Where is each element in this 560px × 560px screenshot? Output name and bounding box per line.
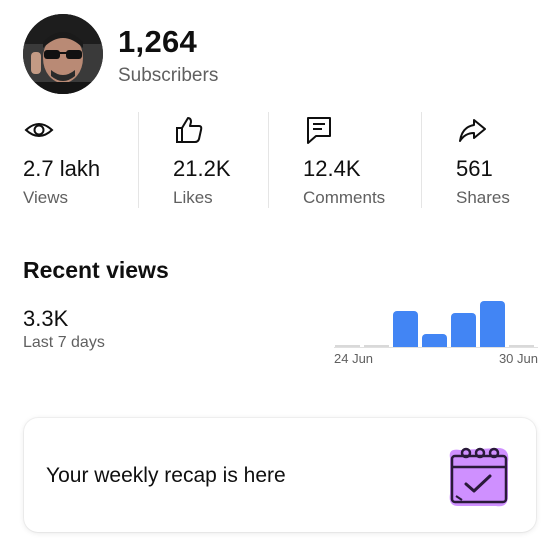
chart-bar bbox=[480, 301, 505, 347]
comments-value: 12.4K bbox=[303, 156, 361, 181]
shares-label: Shares bbox=[456, 188, 510, 207]
avatar-image bbox=[23, 14, 103, 94]
calendar-check-icon bbox=[449, 447, 509, 507]
eye-icon bbox=[24, 123, 54, 137]
chart-bar bbox=[509, 345, 534, 347]
likes-value: 21.2K bbox=[173, 156, 231, 181]
recent-views-value: 3.3K bbox=[23, 306, 69, 331]
thumbs-up-icon bbox=[176, 117, 203, 143]
stat-divider bbox=[138, 112, 139, 208]
share-icon bbox=[459, 119, 486, 142]
subscriber-count: 1,264 bbox=[118, 24, 198, 59]
channel-avatar[interactable] bbox=[23, 14, 103, 94]
views-label: Views bbox=[23, 188, 69, 207]
stat-divider bbox=[268, 112, 269, 208]
weekly-recap-text: Your weekly recap is here bbox=[46, 464, 286, 487]
views-value: 2.7 lakh bbox=[23, 156, 101, 181]
chart-bar bbox=[364, 345, 389, 347]
chart-bar bbox=[335, 345, 360, 347]
shares-value: 561 bbox=[456, 156, 493, 181]
likes-label: Likes bbox=[173, 188, 213, 207]
chart-tick-end: 30 Jun bbox=[498, 351, 538, 366]
chart-bar bbox=[451, 313, 476, 347]
stats-row: 2.7 lakh Views 21.2K Likes 12.4K Comment… bbox=[0, 110, 560, 210]
chart-bar bbox=[393, 311, 418, 347]
comment-icon bbox=[307, 117, 331, 144]
recent-views-period: Last 7 days bbox=[23, 334, 105, 351]
recent-views-title: Recent views bbox=[23, 257, 169, 283]
recent-views-chart[interactable]: 24 Jun 30 Jun bbox=[330, 290, 540, 370]
chart-bar bbox=[422, 334, 447, 347]
chart-baseline bbox=[334, 347, 538, 348]
comments-label: Comments bbox=[303, 188, 386, 207]
chart-tick-start: 24 Jun bbox=[334, 351, 374, 366]
stat-divider bbox=[421, 112, 422, 208]
weekly-recap-card[interactable]: Your weekly recap is here bbox=[24, 418, 536, 532]
subscriber-label: Subscribers bbox=[118, 65, 219, 86]
